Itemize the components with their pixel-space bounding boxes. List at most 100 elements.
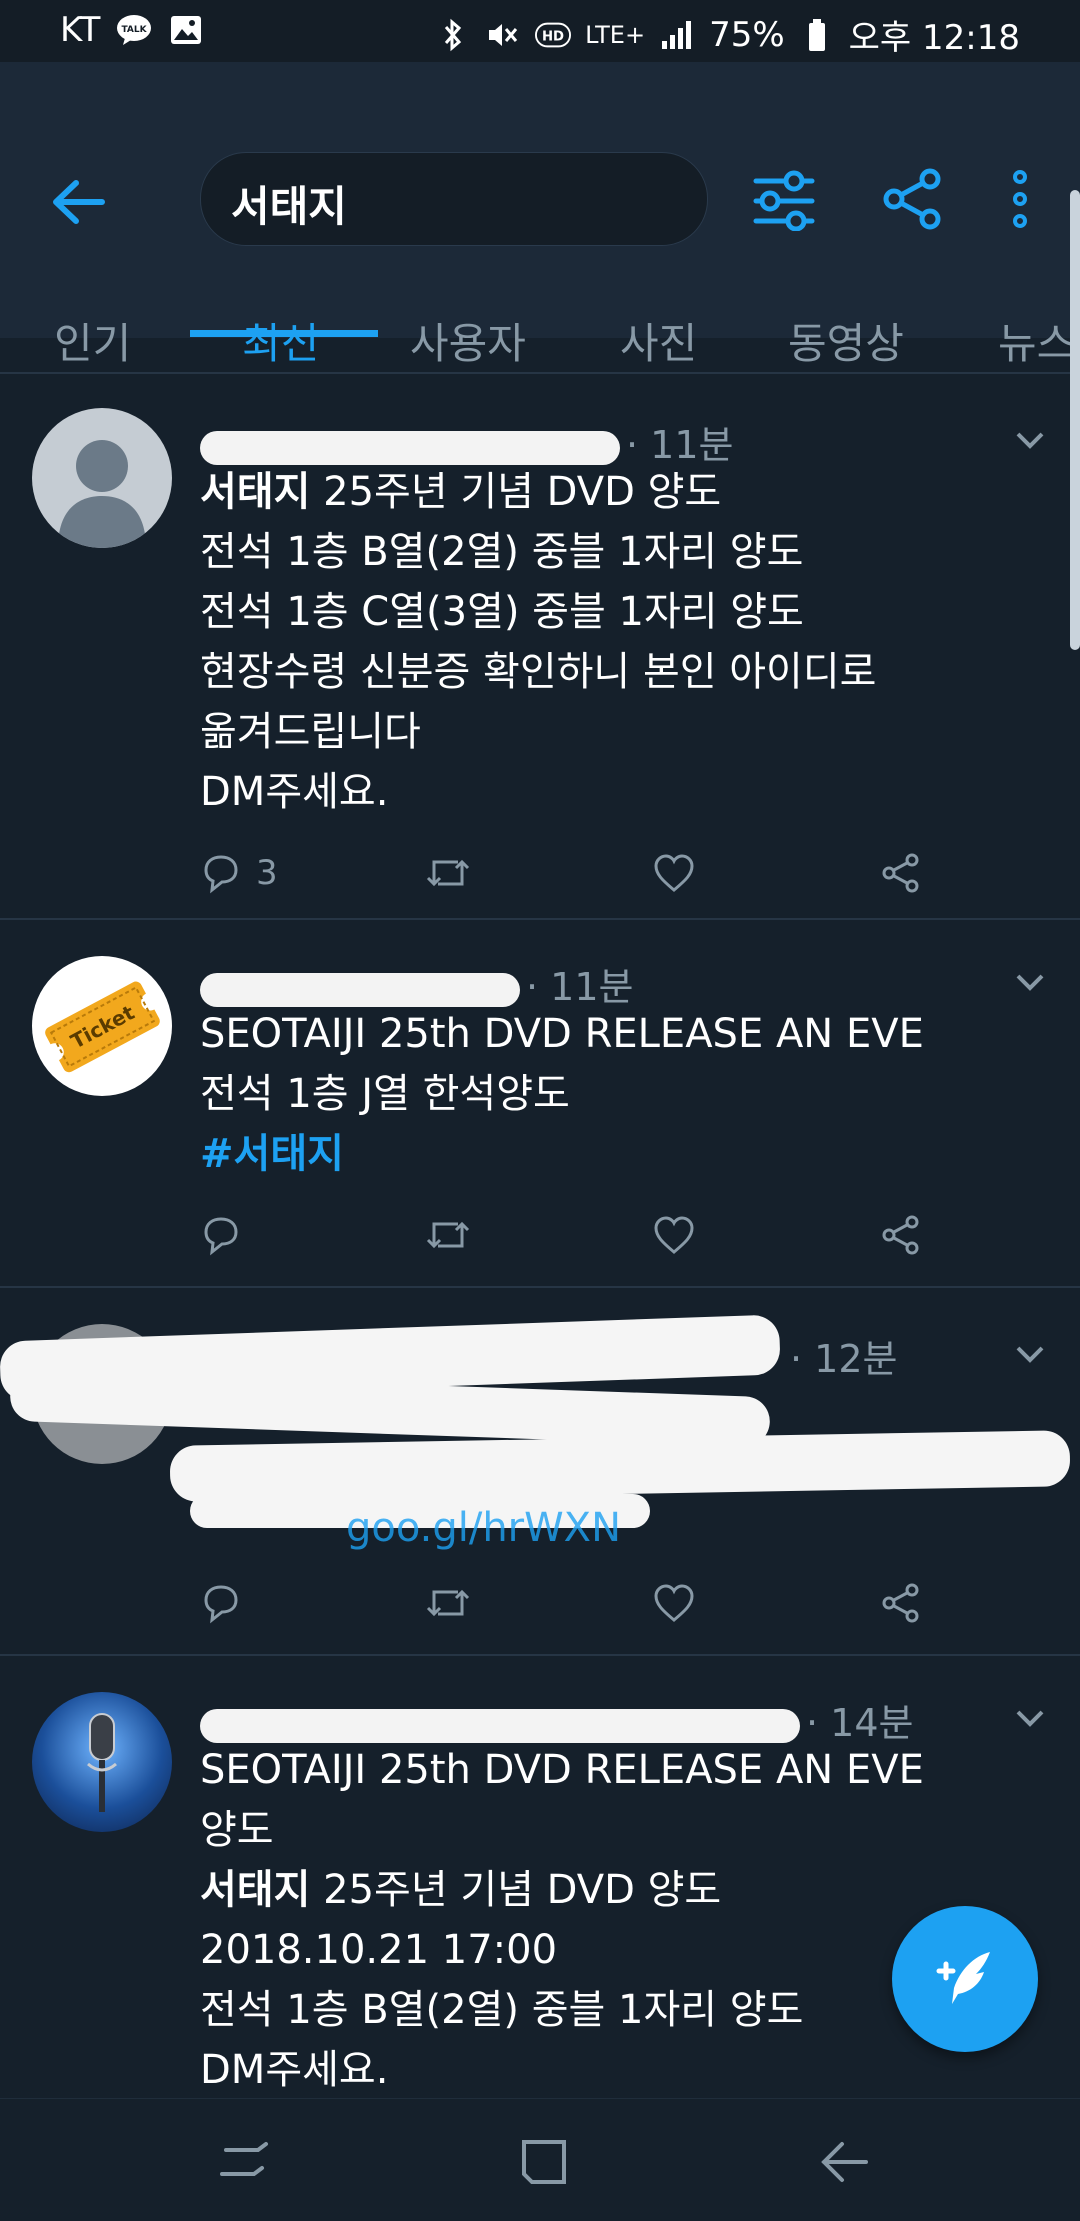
tweet-actions <box>200 1210 960 1260</box>
tweet-text-line: 현장수령 신분증 확인하니 본인 아이디로 <box>200 649 877 695</box>
tweet-time: · 11분 <box>626 423 734 467</box>
signal-icon <box>659 17 695 53</box>
reply-icon <box>204 1585 238 1624</box>
tweet-actions <box>200 1578 960 1628</box>
retweet-icon <box>426 859 470 887</box>
sliders-icon <box>753 170 815 232</box>
compose-tweet-icon <box>936 1952 990 2004</box>
status-bar: KT TALK HD LTE+ 75% 오후 12:18 <box>0 0 1080 62</box>
share-tweet-button[interactable] <box>880 1210 922 1260</box>
search-header: 서태지 인기 최신 사용자 사진 동영상 뉴스 <box>0 62 1080 368</box>
carrier-label: KT <box>60 10 101 50</box>
reply-button[interactable] <box>200 1578 242 1628</box>
tweet-menu-button[interactable] <box>1010 1340 1050 1370</box>
like-button[interactable] <box>652 1578 696 1628</box>
battery-percent: 75% <box>709 14 785 55</box>
tweet-text-line: SEOTAIJI 25th DVD RELEASE AN EVE <box>200 1011 924 1057</box>
tweet-time: · 14분 <box>806 1701 914 1745</box>
tweet-text-line: DM주세요. <box>200 769 389 815</box>
search-filter-button[interactable] <box>752 167 816 232</box>
reply-count: 3 <box>256 853 278 893</box>
heart-icon <box>654 1584 694 1622</box>
like-button[interactable] <box>652 1210 696 1260</box>
tweet-card[interactable]: · 12분 goo.gl/hrWXN <box>0 1288 1080 1654</box>
retweet-icon <box>426 1589 470 1617</box>
svg-text:TALK: TALK <box>122 25 148 35</box>
chevron-down-icon <box>1016 974 1044 991</box>
heart-icon <box>654 854 694 892</box>
microphone-avatar[interactable] <box>32 1692 172 1832</box>
tweet-menu-button[interactable] <box>1010 426 1050 456</box>
retweet-icon <box>426 1221 470 1249</box>
battery-icon <box>799 17 835 53</box>
tweet-menu-button[interactable] <box>1010 968 1050 998</box>
tweet-menu-button[interactable] <box>1010 1704 1050 1734</box>
back-arrow-icon <box>821 2142 868 2182</box>
network-type-label: LTE+ <box>585 20 646 49</box>
tweet-text-line: 2018.10.21 17:00 <box>200 1927 558 1973</box>
share-icon <box>882 1215 919 1255</box>
tweet-time: · 11분 <box>526 965 634 1009</box>
reply-button[interactable] <box>200 1210 242 1260</box>
tweet-text-line: 옮겨드립니다 <box>200 709 421 755</box>
retweet-button[interactable] <box>424 848 472 898</box>
tweet-text-line: 전석 1층 B열(2열) 중블 1자리 양도 <box>200 1987 804 2033</box>
tweet-text-line: 전석 1층 C열(3열) 중블 1자리 양도 <box>200 589 804 635</box>
redacted-username <box>200 972 520 1007</box>
user-silhouette-icon <box>58 440 146 548</box>
compose-tweet-button[interactable] <box>892 1906 1038 2052</box>
reply-icon <box>204 1217 238 1256</box>
ticket-icon: Ticket <box>45 981 160 1073</box>
tweet-meta: · 14분 <box>200 1692 913 1747</box>
default-avatar[interactable] <box>32 408 172 548</box>
redacted-username <box>200 1708 800 1743</box>
tweet-feed[interactable]: · 11분 서태지 25주년 기념 DVD 양도 전석 1층 B열(2열) 중블… <box>0 338 1080 2098</box>
hd-voice-icon: HD <box>535 17 572 53</box>
redacted-username <box>200 430 620 465</box>
ticket-avatar[interactable]: Ticket <box>32 956 172 1096</box>
search-query-text: 서태지 <box>231 182 347 231</box>
share-tweet-button[interactable] <box>880 848 922 898</box>
tweet-text-line: 서태지 25주년 기념 DVD 양도 <box>200 1867 722 1913</box>
reply-button[interactable]: 3 <box>200 848 278 898</box>
clock: 오후 12:18 <box>848 18 1020 58</box>
bluetooth-icon <box>435 17 471 53</box>
tweet-meta: · 11분 <box>200 414 733 469</box>
share-tweet-button[interactable] <box>880 1578 922 1628</box>
system-nav-bar <box>0 2098 1080 2221</box>
scrollbar[interactable] <box>1070 190 1080 650</box>
tweet-text-line: 양도 <box>200 1807 274 1853</box>
recent-apps-button[interactable] <box>214 2134 274 2190</box>
home-button[interactable] <box>514 2134 574 2190</box>
share-search-button[interactable] <box>880 167 944 231</box>
system-back-button[interactable] <box>814 2134 874 2190</box>
tweet-text-line: 전석 1층 J열 한석양도 <box>200 1071 570 1117</box>
recent-apps-icon <box>220 2142 268 2176</box>
hashtag-link[interactable]: #서태지 <box>200 1124 344 1184</box>
redaction-scribble <box>169 1430 1071 1502</box>
back-button[interactable] <box>48 177 112 227</box>
home-square-icon <box>522 2140 566 2184</box>
retweet-button[interactable] <box>424 1578 472 1628</box>
search-input[interactable]: 서태지 <box>200 152 708 246</box>
share-icon <box>882 1583 919 1623</box>
svg-text:HD: HD <box>542 29 564 44</box>
retweet-button[interactable] <box>424 1210 472 1260</box>
active-tab-indicator <box>190 330 378 337</box>
mute-icon <box>485 17 521 53</box>
chevron-down-icon <box>1016 1710 1044 1727</box>
tweet-text-line: 전석 1층 B열(2열) 중블 1자리 양도 <box>200 529 804 575</box>
tweet-link[interactable]: goo.gl/hrWXN <box>346 1498 621 1558</box>
heart-icon <box>654 1216 694 1254</box>
like-button[interactable] <box>652 848 696 898</box>
reply-icon <box>204 855 238 894</box>
tweet-card[interactable]: Ticket · 11분 SEOTAIJI 25th DVD RELEASE A… <box>0 920 1080 1286</box>
tweet-card[interactable]: · 11분 서태지 25주년 기념 DVD 양도 전석 1층 B열(2열) 중블… <box>0 374 1080 954</box>
more-options-button[interactable] <box>1000 167 1040 231</box>
tweet-text-line: SEOTAIJI 25th DVD RELEASE AN EVE <box>200 1747 924 1793</box>
gallery-notification-icon <box>168 12 204 48</box>
tweet-text-line: DM주세요. <box>200 2047 389 2093</box>
tweet-text-line: 서태지 25주년 기념 DVD 양도 <box>200 469 722 515</box>
tweet-time: · 12분 <box>790 1337 898 1381</box>
kakaotalk-notification-icon: TALK <box>116 12 152 48</box>
